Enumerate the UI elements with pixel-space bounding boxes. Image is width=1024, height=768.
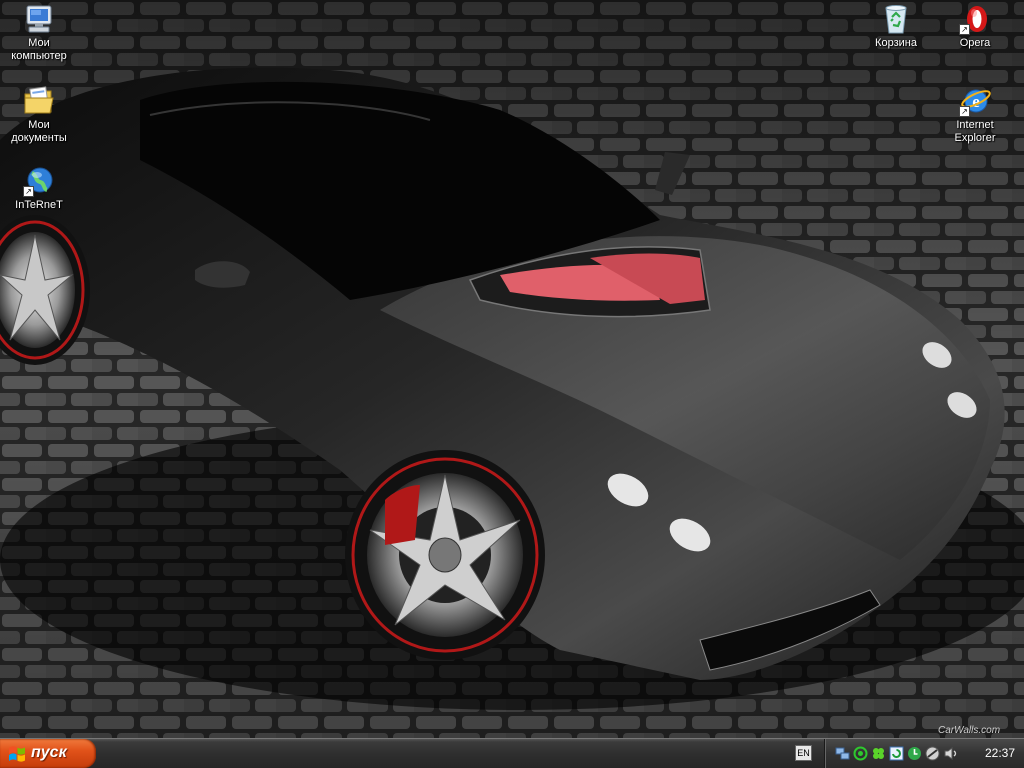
shortcut-arrow-icon: ↗ (23, 186, 34, 197)
language-indicator[interactable]: EN (795, 745, 812, 761)
recycle-bin-icon (880, 3, 912, 35)
my-documents-icon (23, 85, 55, 117)
taskbar-clock[interactable]: 22:37 (985, 746, 1015, 760)
system-tray: 22:37 (824, 739, 1024, 768)
desktop-icon-label: Мои компьютер (11, 37, 67, 62)
update-icon[interactable] (907, 746, 922, 761)
desktop-icon-label: InTeRneT (15, 199, 63, 211)
internet-shortcut-icon: ↗ (23, 165, 55, 197)
desktop-icon-opera[interactable]: ↗ Opera (937, 3, 1013, 50)
desktop-icon-internet[interactable]: ↗ InTeRneT (1, 165, 77, 212)
desktop-wallpaper: CarWalls.com (0, 0, 1024, 738)
shortcut-arrow-icon: ↗ (959, 106, 970, 117)
network-icon[interactable] (835, 746, 850, 761)
start-button[interactable]: пуск (0, 739, 96, 768)
taskbar: пуск EN 22:37 (0, 738, 1024, 768)
clover-icon[interactable] (871, 746, 886, 761)
windows-logo-icon (9, 746, 25, 762)
desktop-icon-my-computer[interactable]: Мои компьютер (1, 3, 77, 63)
car-front-wheel (345, 450, 545, 660)
desktop-icon-label: Internet Explorer (954, 119, 996, 144)
desktop-icon-label: Мои документы (11, 119, 67, 144)
opera-icon: ↗ (959, 3, 991, 35)
start-button-label: пуск (31, 744, 67, 761)
desktop-icon-label: Корзина (875, 37, 917, 49)
desktop-icon-internet-explorer[interactable]: e ↗ Internet Explorer (937, 85, 1013, 145)
desktop-icon-recycle-bin[interactable]: Корзина (858, 3, 934, 50)
messenger-icon[interactable] (853, 746, 868, 761)
wallpaper-watermark: CarWalls.com (938, 725, 1000, 736)
sync-icon[interactable] (889, 746, 904, 761)
antivirus-icon[interactable] (925, 746, 940, 761)
my-computer-icon (23, 3, 55, 35)
shortcut-arrow-icon: ↗ (959, 24, 970, 35)
desktop-icon-label: Opera (959, 37, 991, 49)
internet-explorer-icon: e ↗ (959, 85, 991, 117)
desktop-icon-my-documents[interactable]: Мои документы (1, 85, 77, 145)
volume-icon[interactable] (943, 746, 958, 761)
